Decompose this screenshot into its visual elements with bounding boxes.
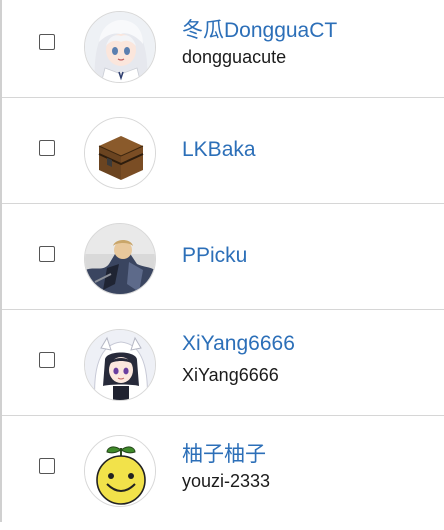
username-label: youzi-2333	[182, 471, 271, 491]
select-checkbox[interactable]	[39, 352, 55, 368]
avatar[interactable]	[84, 223, 156, 295]
anime-girl-hood-avatar-icon	[85, 330, 155, 400]
anime-girl-white-hair-avatar-icon	[85, 12, 155, 82]
user-row[interactable]: LKBaka	[2, 98, 444, 204]
display-name-link[interactable]: 柚子柚子	[182, 438, 266, 468]
display-name-link[interactable]: LKBaka	[182, 138, 256, 162]
display-name-link[interactable]: XiYang6666	[182, 332, 295, 356]
smiley-fruit-avatar-icon	[85, 436, 155, 506]
avatar[interactable]	[84, 435, 156, 507]
user-row[interactable]: 柚子柚子 youzi-2333	[2, 416, 444, 522]
user-row[interactable]: XiYang6666 XiYang6666	[2, 310, 444, 416]
select-checkbox[interactable]	[39, 140, 55, 156]
user-row[interactable]: 冬瓜DongguaCT dongguacute	[2, 0, 444, 98]
user-row[interactable]: PPicku	[2, 204, 444, 310]
username-label: dongguacute	[182, 47, 287, 67]
armored-knight-avatar-icon	[85, 224, 155, 294]
select-checkbox[interactable]	[39, 458, 55, 474]
select-checkbox[interactable]	[39, 246, 55, 262]
username-label: XiYang6666	[182, 365, 279, 385]
display-name-link[interactable]: PPicku	[182, 244, 247, 268]
display-name-link[interactable]: 冬瓜DongguaCT	[182, 14, 337, 44]
avatar[interactable]	[84, 117, 156, 189]
wooden-chest-avatar-icon	[85, 118, 155, 188]
select-checkbox[interactable]	[39, 34, 55, 50]
avatar[interactable]	[84, 329, 156, 401]
avatar[interactable]	[84, 11, 156, 83]
user-list: 冬瓜DongguaCT dongguacute LKBaka PPicku Xi…	[0, 0, 444, 522]
